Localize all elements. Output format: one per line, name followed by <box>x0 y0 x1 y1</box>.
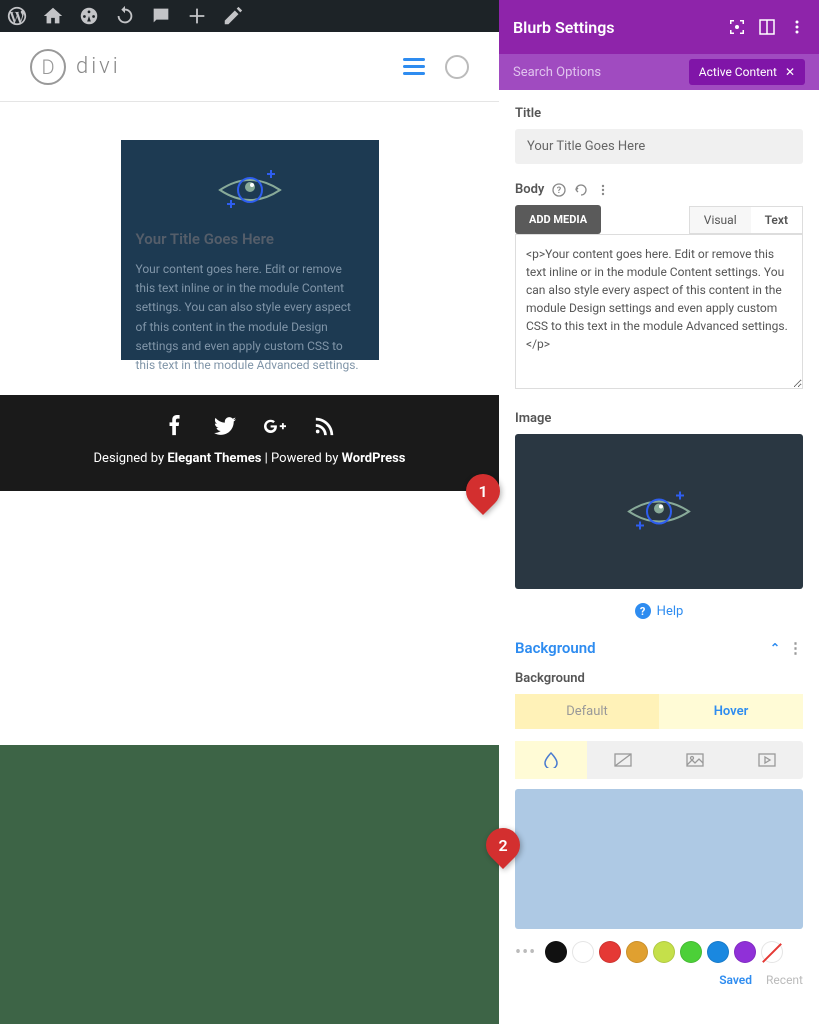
body-textarea[interactable]: <p>Your content goes here. Edit or remov… <box>515 234 803 389</box>
footer-social <box>0 415 499 437</box>
focus-icon[interactable] <box>729 19 745 35</box>
background-section-header[interactable]: Background ⌃ ⋮ <box>515 639 803 657</box>
help-link[interactable]: ? Help <box>515 603 803 619</box>
platform-link[interactable]: WordPress <box>342 451 406 466</box>
logo-text: divi <box>76 54 121 79</box>
color-swatches: ••• <box>515 941 803 963</box>
background-type-tabs <box>515 741 803 779</box>
bg-gradient-tab[interactable] <box>587 741 659 779</box>
text-tab[interactable]: Text <box>751 207 802 233</box>
svg-text:?: ? <box>557 186 562 196</box>
site-footer: Designed by Elegant Themes | Powered by … <box>0 395 499 491</box>
logo-mark: D <box>30 49 66 85</box>
hamburger-menu-icon[interactable] <box>403 58 425 75</box>
bg-video-tab[interactable] <box>731 741 803 779</box>
site-logo[interactable]: D divi <box>30 49 121 85</box>
edit-icon[interactable] <box>222 5 244 27</box>
color-swatch[interactable] <box>680 941 702 963</box>
state-tabs: Default Hover <box>515 694 803 729</box>
bg-image-tab[interactable] <box>659 741 731 779</box>
visual-tab[interactable]: Visual <box>690 207 751 233</box>
recent-tab[interactable]: Recent <box>766 973 803 987</box>
wordpress-logo-icon[interactable] <box>6 5 28 27</box>
theme-link[interactable]: Elegant Themes <box>167 451 261 466</box>
facebook-icon[interactable] <box>164 415 186 437</box>
panel-search-bar[interactable]: Search Options Active Content ✕ <box>499 54 819 90</box>
close-icon[interactable]: ✕ <box>785 65 795 79</box>
swatch-more-icon[interactable]: ••• <box>515 942 536 963</box>
image-label: Image <box>515 411 803 426</box>
footer-credits: Designed by Elegant Themes | Powered by … <box>0 451 499 466</box>
help-icon: ? <box>635 603 651 619</box>
columns-icon[interactable] <box>759 19 775 35</box>
lower-preview-block <box>0 745 499 1024</box>
updates-icon[interactable] <box>114 5 136 27</box>
panel-body: Title Body ? ADD MEDIA Visual Text <p>Yo… <box>499 90 819 1024</box>
color-swatch[interactable] <box>545 941 567 963</box>
hover-tab[interactable]: Hover <box>659 694 803 729</box>
title-label: Title <box>515 106 803 121</box>
search-placeholder: Search Options <box>513 65 601 80</box>
bg-color-tab[interactable] <box>515 741 587 779</box>
chevron-up-icon: ⌃ <box>770 641 780 655</box>
dashboard-icon[interactable] <box>78 5 100 27</box>
blurb-module-preview[interactable]: Your Title Goes Here Your content goes h… <box>121 140 379 360</box>
add-new-icon[interactable] <box>186 5 208 27</box>
panel-header: Blurb Settings <box>499 0 819 54</box>
home-icon[interactable] <box>42 5 64 27</box>
eye-icon <box>624 484 694 539</box>
color-swatch[interactable] <box>653 941 675 963</box>
color-preview[interactable] <box>515 789 803 929</box>
color-swatch[interactable] <box>707 941 729 963</box>
color-swatch[interactable] <box>626 941 648 963</box>
help-icon[interactable]: ? <box>552 183 566 197</box>
color-swatch[interactable] <box>572 941 594 963</box>
add-media-button[interactable]: ADD MEDIA <box>515 205 601 234</box>
body-label: Body ? <box>515 182 803 197</box>
blurb-settings-panel: Blurb Settings Search Options Active Con… <box>499 0 819 1024</box>
site-header: D divi <box>0 32 499 102</box>
rss-icon[interactable] <box>314 415 336 437</box>
blurb-body: Your content goes here. Edit or remove t… <box>136 260 364 375</box>
editor-mode-tabs: Visual Text <box>689 206 803 234</box>
active-filter-tag[interactable]: Active Content ✕ <box>689 59 805 85</box>
image-preview[interactable] <box>515 434 803 589</box>
panel-title: Blurb Settings <box>513 18 729 37</box>
saved-tab[interactable]: Saved <box>719 973 752 987</box>
more-icon[interactable] <box>596 183 610 197</box>
more-icon[interactable]: ⋮ <box>788 639 803 657</box>
color-swatch[interactable] <box>734 941 756 963</box>
swatch-none[interactable] <box>761 941 783 963</box>
comment-icon[interactable] <box>150 5 172 27</box>
more-icon[interactable] <box>789 19 805 35</box>
undo-icon[interactable] <box>574 183 588 197</box>
globe-icon[interactable] <box>445 55 469 79</box>
swatch-source-tabs: Saved Recent <box>515 973 803 987</box>
default-tab[interactable]: Default <box>515 694 659 729</box>
eye-icon <box>215 165 285 215</box>
title-input[interactable] <box>515 129 803 164</box>
color-swatch[interactable] <box>599 941 621 963</box>
blurb-title: Your Title Goes Here <box>136 230 364 248</box>
twitter-icon[interactable] <box>214 415 236 437</box>
background-label: Background <box>515 671 803 686</box>
google-plus-icon[interactable] <box>264 415 286 437</box>
